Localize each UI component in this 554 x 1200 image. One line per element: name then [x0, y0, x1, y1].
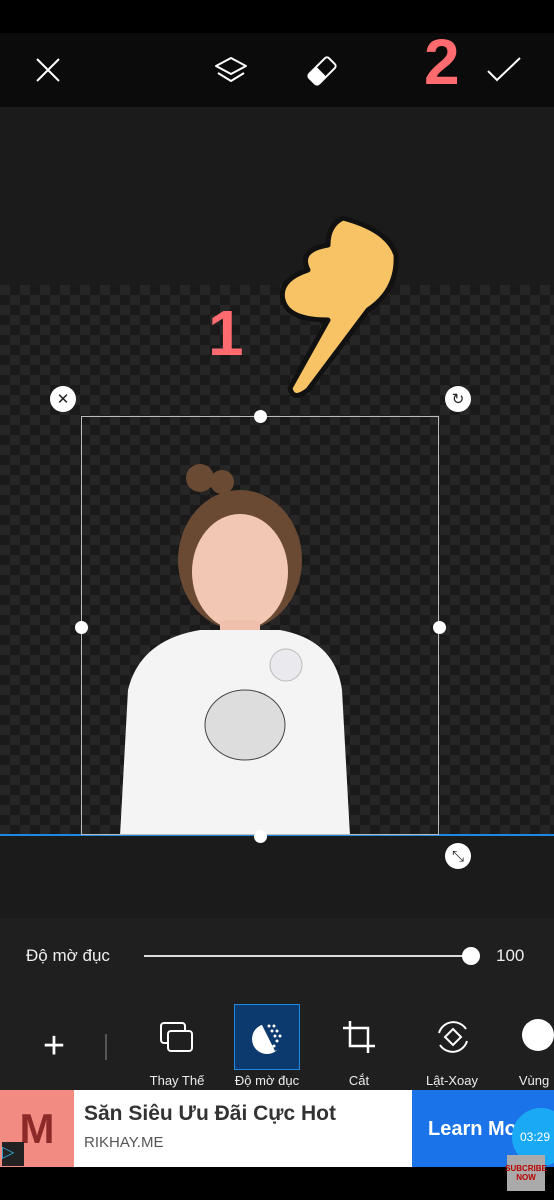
opacity-value: 100: [496, 946, 525, 965]
tool-region[interactable]: [510, 1004, 554, 1070]
status-bar: [0, 0, 554, 33]
rotate-button[interactable]: ↻: [445, 386, 471, 412]
plus-icon: +: [42, 1024, 66, 1067]
layers-icon: [215, 57, 247, 82]
tool-replace[interactable]: [144, 1004, 210, 1070]
delete-sticker-button[interactable]: ✕: [50, 386, 76, 412]
layers-button[interactable]: [210, 53, 252, 87]
top-toolbar: 2: [0, 26, 554, 107]
ad-domain: RIKHAY.ME: [84, 1134, 164, 1151]
ad-title: Săn Siêu Ưu Đãi Cực Hot: [84, 1102, 336, 1125]
eraser-button[interactable]: [302, 51, 342, 91]
subscribe-badge: SUBCRIBE NOW: [505, 1155, 547, 1191]
scale-icon: ⤡: [451, 847, 464, 865]
resize-handle-top[interactable]: [254, 410, 267, 423]
tool-label: Vùng: [518, 1073, 550, 1088]
opacity-slider-thumb[interactable]: [462, 947, 480, 965]
tool-label: Thay Thế: [149, 1073, 205, 1088]
close-icon: [36, 58, 60, 82]
tool-opacity[interactable]: [234, 1004, 300, 1070]
scale-button[interactable]: ⤡: [445, 843, 471, 869]
tool-flip-rotate[interactable]: [420, 1004, 486, 1070]
resize-handle-left[interactable]: [75, 621, 88, 634]
tool-label: Cắt: [348, 1073, 370, 1088]
eraser-icon: [307, 56, 337, 86]
region-icon: [522, 1019, 554, 1051]
crop-icon: [343, 1021, 375, 1053]
opacity-label: Độ mờ đục: [26, 946, 110, 965]
tool-label: Độ mờ đục: [234, 1073, 300, 1088]
selection-box[interactable]: [81, 416, 439, 835]
close-button[interactable]: [28, 55, 68, 85]
opacity-slider[interactable]: [144, 955, 471, 957]
flip-rotate-icon: [438, 1021, 468, 1053]
ad-cta-label: Learn Mo: [428, 1118, 517, 1140]
step-1-annotation: 1: [208, 297, 244, 369]
rotate-icon: ↻: [451, 391, 465, 408]
opacity-icon: [252, 1023, 283, 1054]
resize-handle-bottom[interactable]: [254, 830, 267, 843]
add-button[interactable]: +: [34, 1024, 74, 1067]
resize-handle-right[interactable]: [433, 621, 446, 634]
ad-banner[interactable]: M ▷ Săn Siêu Ưu Đãi Cực Hot RIKHAY.ME Le…: [0, 1090, 554, 1167]
pointing-hand-icon: [279, 215, 399, 398]
apply-button[interactable]: [484, 53, 524, 87]
replace-icon: [160, 1022, 193, 1052]
tool-label: Lật-Xoay: [425, 1073, 479, 1088]
adchoices-icon[interactable]: ▷: [2, 1142, 24, 1166]
divider: [105, 1034, 107, 1060]
tool-crop[interactable]: [326, 1004, 392, 1070]
close-icon: ✕: [56, 391, 70, 408]
step-2-annotation: 2: [424, 26, 460, 98]
check-icon: [487, 57, 521, 82]
